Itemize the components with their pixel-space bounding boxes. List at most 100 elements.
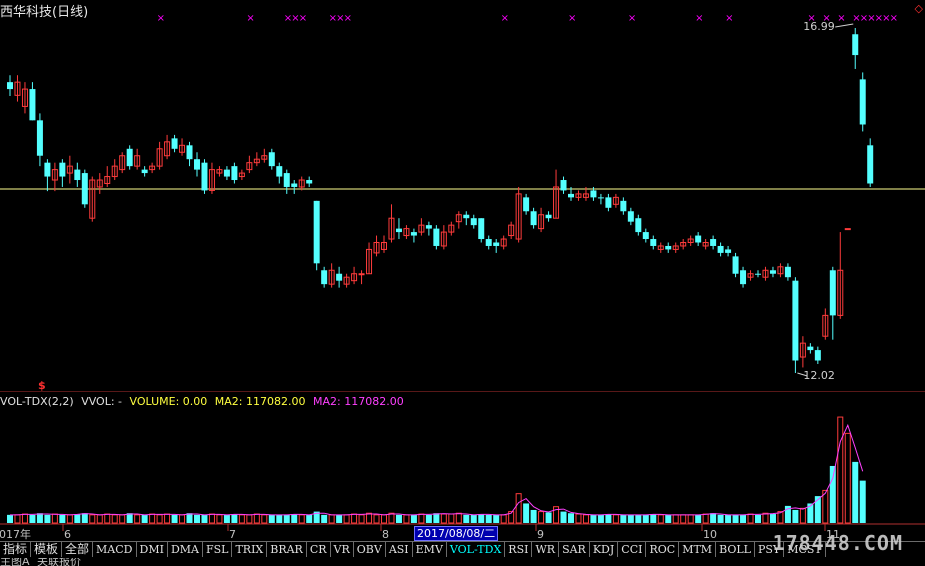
candle[interactable]	[141, 166, 148, 177]
candle[interactable]	[283, 169, 290, 194]
candle[interactable]	[657, 242, 664, 253]
candle[interactable]	[710, 235, 717, 250]
tab-1[interactable]: 模板	[31, 542, 63, 557]
candle[interactable]	[171, 134, 178, 153]
tab-cci[interactable]: CCI	[618, 542, 647, 557]
candle[interactable]	[665, 242, 672, 253]
candle[interactable]	[740, 266, 747, 288]
candle[interactable]	[179, 138, 186, 156]
candle[interactable]	[89, 176, 96, 222]
candle[interactable]	[470, 214, 477, 229]
candle[interactable]	[7, 75, 13, 97]
candle[interactable]	[814, 346, 821, 364]
candle[interactable]	[231, 162, 238, 184]
candle[interactable]	[81, 169, 88, 208]
candle[interactable]	[306, 176, 313, 187]
candle[interactable]	[463, 211, 470, 226]
candle[interactable]	[784, 263, 791, 281]
candle[interactable]	[29, 82, 36, 121]
candle[interactable]	[313, 200, 320, 271]
candle[interactable]	[276, 162, 283, 184]
candle[interactable]	[194, 152, 200, 177]
main-chart-tab[interactable]: 主图A	[0, 558, 30, 566]
candle[interactable]	[395, 218, 402, 240]
candle[interactable]	[418, 218, 425, 236]
candle[interactable]	[156, 141, 163, 170]
candle[interactable]	[799, 336, 806, 368]
candle[interactable]	[560, 176, 567, 194]
candle[interactable]	[164, 134, 171, 160]
tab-wr[interactable]: WR	[532, 542, 560, 557]
candle[interactable]	[440, 225, 447, 250]
volume-chart[interactable]: 2017年67891011	[0, 409, 925, 541]
candle[interactable]	[126, 145, 133, 170]
candle[interactable]	[381, 235, 387, 253]
candle[interactable]	[74, 162, 81, 187]
candle[interactable]	[328, 263, 335, 288]
candle[interactable]	[777, 263, 784, 278]
tab-roc[interactable]: ROC	[646, 542, 680, 557]
candle[interactable]	[807, 343, 814, 354]
tab-2[interactable]: 全部	[62, 542, 94, 557]
candle[interactable]	[246, 155, 253, 174]
candle[interactable]	[867, 138, 874, 187]
tab-trix[interactable]: TRIX	[232, 542, 268, 557]
candle[interactable]	[553, 169, 560, 219]
tab-obv[interactable]: OBV	[354, 542, 386, 557]
tab-vol-tdx[interactable]: VOL-TDX	[447, 542, 506, 557]
candle[interactable]	[216, 166, 223, 177]
tab-boll[interactable]: BOLL	[716, 542, 755, 557]
candle[interactable]	[747, 270, 754, 281]
candle[interactable]	[36, 113, 43, 167]
tab-fsl[interactable]: FSL	[203, 542, 233, 557]
candle[interactable]	[51, 162, 58, 192]
candle[interactable]	[695, 232, 702, 246]
candle[interactable]	[612, 193, 619, 208]
tab-brar[interactable]: BRAR	[267, 542, 307, 557]
candle[interactable]	[291, 180, 298, 194]
candle[interactable]	[59, 159, 66, 187]
candle[interactable]	[134, 148, 141, 170]
candle[interactable]	[852, 28, 859, 69]
candle[interactable]	[336, 266, 343, 288]
candle[interactable]	[223, 166, 230, 181]
candle[interactable]	[859, 72, 866, 132]
candle[interactable]	[642, 228, 649, 243]
candle[interactable]	[515, 186, 522, 243]
tab-sar[interactable]: SAR	[559, 542, 590, 557]
candle[interactable]	[680, 239, 687, 250]
candle[interactable]	[732, 252, 739, 278]
candle[interactable]	[149, 162, 156, 174]
candle[interactable]	[321, 266, 328, 288]
candle[interactable]	[545, 211, 552, 222]
candle[interactable]	[508, 221, 515, 240]
candle[interactable]	[261, 148, 268, 163]
tab-emv[interactable]: EMV	[413, 542, 447, 557]
candle[interactable]	[403, 225, 410, 240]
candle[interactable]	[538, 207, 545, 233]
candle[interactable]	[201, 159, 208, 194]
candle[interactable]	[478, 218, 485, 243]
indicator-name[interactable]: VOL-TDX(2,2)	[0, 395, 74, 408]
tab-macd[interactable]: MACD	[93, 542, 137, 557]
candle[interactable]	[493, 239, 500, 253]
candle[interactable]	[844, 228, 851, 231]
candle[interactable]	[186, 141, 193, 167]
candle[interactable]	[829, 266, 836, 340]
candle[interactable]	[687, 235, 694, 246]
candle[interactable]	[605, 193, 612, 212]
candle[interactable]	[388, 204, 395, 243]
tab-kdj[interactable]: KDJ	[590, 542, 619, 557]
candle[interactable]	[500, 235, 507, 250]
candle[interactable]	[111, 159, 118, 181]
candle[interactable]	[351, 266, 358, 285]
tab-rsi[interactable]: RSI	[505, 542, 533, 557]
candle[interactable]	[650, 235, 657, 250]
candle[interactable]	[755, 270, 761, 278]
candle[interactable]	[597, 193, 604, 205]
candle[interactable]	[66, 155, 73, 184]
candle[interactable]	[837, 232, 844, 319]
related-quote-tab[interactable]: 关联报价	[37, 558, 81, 566]
candle[interactable]	[21, 82, 28, 114]
candle[interactable]	[238, 169, 245, 181]
